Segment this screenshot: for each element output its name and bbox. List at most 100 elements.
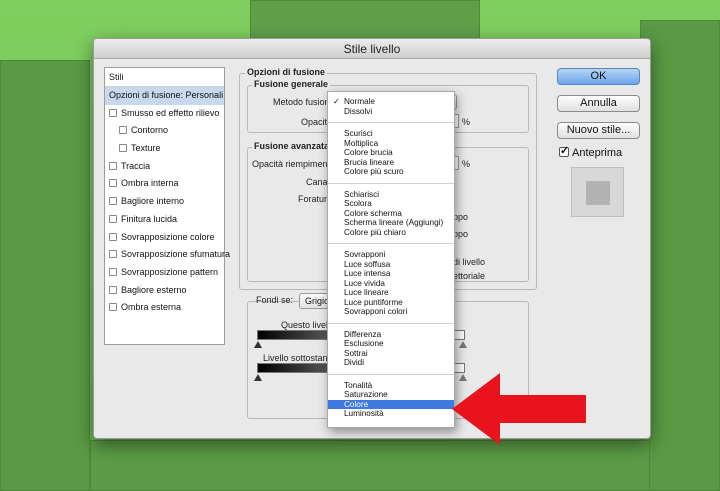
blend-mode-option[interactable]: Colore scherma (328, 209, 454, 219)
blend-mode-option-label: Luminosità (344, 409, 384, 418)
this-layer-white-handle[interactable] (459, 341, 467, 348)
style-item[interactable]: Ombra interna (105, 175, 224, 193)
blend-mode-option[interactable]: Brucia lineare (328, 158, 454, 168)
style-item[interactable]: Sovrapposizione colore (105, 229, 224, 247)
blend-mode-option[interactable]: Tonalità (328, 381, 454, 391)
style-item[interactable]: Sovrapposizione sfumatura (105, 246, 230, 264)
style-item[interactable]: Texture (105, 140, 224, 158)
this-layer-black-handle[interactable] (254, 341, 262, 348)
style-item[interactable]: Opzioni di fusione: Personali (105, 87, 224, 105)
style-item[interactable]: Bagliore interno (105, 193, 224, 211)
style-checkbox[interactable] (109, 197, 117, 206)
style-item-label: Texture (131, 143, 161, 154)
ok-button[interactable]: OK (557, 68, 640, 85)
checkmark-icon: ✓ (333, 97, 340, 106)
blend-mode-option-label: Normale (344, 97, 375, 106)
blend-mode-option[interactable]: Schiarisci (328, 190, 454, 200)
styles-list-header[interactable]: Stili (105, 68, 224, 87)
blend-mode-option-label: Colore (344, 399, 369, 409)
blend-mode-option[interactable]: Differenza (328, 330, 454, 340)
style-checkbox[interactable] (109, 214, 117, 223)
blend-if-label: Fondi se: (256, 295, 294, 305)
opacity-unit: % (462, 117, 471, 127)
styles-list: Stili Opzioni di fusione: Personali Smuss… (104, 67, 230, 345)
style-checkbox[interactable] (109, 161, 117, 170)
blend-mode-option-label: Scurisci (344, 129, 373, 138)
style-item[interactable]: Ombra esterna (105, 299, 224, 317)
menu-separator (328, 122, 454, 123)
blend-mode-option[interactable]: Saturazione (328, 390, 454, 400)
menu-separator (328, 182, 454, 184)
blend-mode-option[interactable]: Luminosità (328, 409, 454, 419)
underlying-black-handle[interactable] (254, 374, 262, 381)
style-checkbox[interactable] (109, 250, 117, 259)
blend-mode-option[interactable]: ✓ Normale (328, 97, 454, 107)
blend-mode-option[interactable]: Luce puntiforme (328, 298, 454, 308)
underlying-layer-label: Livello sottostante (263, 353, 336, 363)
style-item-label: Sovrapposizione pattern (121, 266, 219, 277)
blend-mode-option-label: Moltiplica (344, 138, 379, 148)
red-arrow-icon (452, 373, 586, 445)
style-item-label: Ombra esterna (121, 302, 182, 313)
blend-mode-option[interactable]: Scurisci (328, 129, 454, 139)
style-item[interactable]: Sovrapposizione pattern (105, 264, 224, 282)
blend-mode-option[interactable]: Scolora (328, 199, 454, 209)
building-right (640, 20, 720, 491)
building-left (0, 60, 90, 491)
style-checkbox[interactable] (109, 232, 117, 241)
blend-mode-option[interactable]: Luce soffusa (328, 260, 454, 270)
blending-options-title: Opzioni di fusione (245, 67, 327, 77)
menu-separator (328, 322, 454, 324)
style-checkbox[interactable] (109, 108, 117, 117)
style-item[interactable]: Bagliore esterno (105, 282, 224, 300)
blend-mode-option[interactable]: Sovrapponi (328, 250, 454, 260)
style-item[interactable]: Contorno (105, 122, 224, 140)
building-bottom (90, 440, 650, 491)
blend-mode-option[interactable]: Sovrapponi colori (328, 307, 454, 317)
advanced-option-4: ettoriale (453, 271, 486, 281)
blend-mode-option-label: Saturazione (344, 390, 388, 399)
blend-mode-option-label: Brucia lineare (344, 157, 395, 167)
style-item-label: Opzioni di fusione: Personali (109, 90, 224, 100)
blend-mode-option[interactable]: Sottrai (328, 349, 454, 359)
blend-mode-option-label: Sovrapponi (344, 250, 386, 259)
advanced-option-1: ppo (453, 212, 469, 222)
blend-mode-option[interactable]: Colore più scuro (328, 167, 454, 177)
preview-checkbox[interactable]: Anteprima (559, 144, 622, 159)
blend-mode-option[interactable]: Luce intensa (328, 269, 454, 279)
style-item-label: Traccia (121, 160, 151, 171)
blend-mode-option[interactable]: Colore (328, 399, 454, 409)
style-checkbox[interactable] (109, 285, 117, 294)
blend-mode-option-label: Colore brucia (344, 148, 393, 157)
cancel-button[interactable]: Annulla (557, 95, 640, 112)
style-checkbox[interactable] (109, 179, 117, 188)
fill-opacity-label: Opacità riempimento: (252, 159, 338, 169)
style-item-label: Sovrapposizione sfumatura (121, 249, 231, 260)
advanced-blending-title: Fusione avanzata (252, 141, 332, 151)
style-preview-swatch (571, 167, 624, 217)
style-checkbox[interactable] (109, 267, 117, 276)
style-checkbox[interactable] (119, 144, 127, 153)
blend-mode-option[interactable]: Colore più chiaro (328, 228, 454, 238)
preview-check-icon[interactable] (559, 144, 569, 157)
blend-mode-menu: ✓ Normale Dissolvi Scurisci Moltiplica Colore… (327, 91, 455, 428)
style-item[interactable]: Traccia (105, 158, 224, 176)
blend-mode-option-label: Tonalità (344, 380, 373, 390)
blend-mode-option[interactable]: Scherma lineare (Aggiungi) (328, 218, 454, 228)
blend-mode-option[interactable]: Colore brucia (328, 148, 454, 158)
blend-mode-option[interactable]: Dissolvi (328, 107, 454, 117)
style-item[interactable]: Finitura lucida (105, 211, 224, 229)
style-checkbox[interactable] (119, 126, 127, 135)
new-style-button[interactable]: Nuovo stile... (557, 122, 640, 139)
style-checkbox[interactable] (109, 303, 117, 312)
advanced-option-2: ppo (453, 229, 469, 239)
blend-mode-option[interactable]: Dividi (328, 358, 454, 368)
style-item-label: Smusso ed effetto rilievo (121, 107, 220, 118)
dialog-title: Stile livello (94, 39, 650, 59)
blend-mode-option[interactable]: Luce vivida (328, 279, 454, 289)
blend-mode-option[interactable]: Moltiplica (328, 139, 454, 149)
blend-mode-option[interactable]: Esclusione (328, 339, 454, 349)
style-item[interactable]: Smusso ed effetto rilievo (105, 105, 224, 123)
blend-mode-option[interactable]: Luce lineare (328, 288, 454, 298)
style-preview-square (586, 181, 610, 205)
